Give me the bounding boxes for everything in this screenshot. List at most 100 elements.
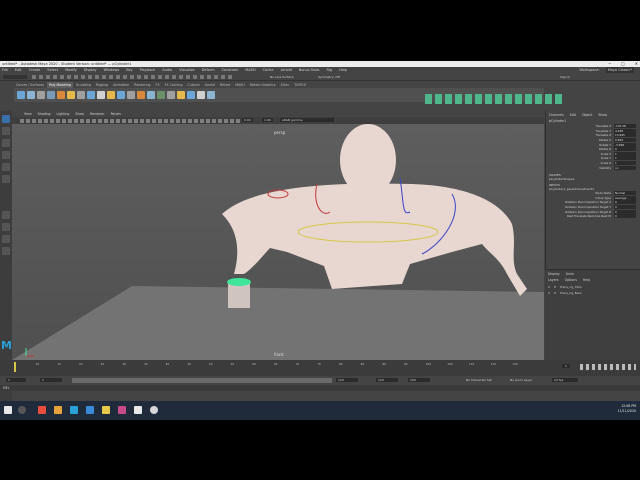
taskbar-app-icon[interactable] bbox=[102, 406, 110, 414]
taskbar-app-icon[interactable] bbox=[118, 406, 126, 414]
shelf-icon[interactable] bbox=[37, 91, 45, 99]
windows-start-icon[interactable] bbox=[4, 406, 12, 414]
timeline-tick-label: 70 bbox=[295, 362, 300, 366]
taskbar-app-icon[interactable] bbox=[134, 406, 142, 414]
shelf-icon[interactable] bbox=[167, 91, 175, 99]
timeline-tick-label: 85 bbox=[360, 362, 365, 366]
layer-tab[interactable]: Display bbox=[548, 272, 560, 276]
panel-toolbar: 0.00 1.00 sRGB gamma bbox=[12, 117, 544, 124]
maya-window: untitled* - Autodesk Maya 2020 - Student… bbox=[0, 61, 640, 420]
taskbar-app-icon[interactable] bbox=[70, 406, 78, 414]
timeline-tick-label: 105 bbox=[447, 362, 453, 366]
shelf-icon[interactable] bbox=[77, 91, 85, 99]
playback-controls[interactable] bbox=[580, 364, 636, 370]
shelf-icon[interactable] bbox=[17, 91, 25, 99]
scene[interactable]: persp front bbox=[12, 124, 544, 360]
scale-icon[interactable] bbox=[2, 175, 10, 183]
input-attr-row[interactable]: Rest Translate Rest Axis Rest W0 bbox=[546, 214, 640, 219]
layer-editor: Display Anim Layers Options Help V P Trans… bbox=[545, 269, 640, 360]
shelf-icon[interactable] bbox=[97, 91, 105, 99]
shelf-icon[interactable] bbox=[117, 91, 125, 99]
layout-icon[interactable] bbox=[2, 235, 10, 243]
range-end-a[interactable]: 120 bbox=[376, 378, 398, 382]
sign-in[interactable]: Sign In bbox=[560, 75, 570, 79]
character-neck bbox=[352, 188, 384, 210]
taskbar-app-icon[interactable] bbox=[54, 406, 62, 414]
range-start[interactable]: 1 bbox=[6, 378, 26, 382]
search-icon[interactable] bbox=[18, 406, 26, 414]
layout-icon[interactable] bbox=[2, 223, 10, 231]
timeline-tick-label: 110 bbox=[469, 362, 475, 366]
shelf-icon[interactable] bbox=[27, 91, 35, 99]
current-frame-field[interactable]: 1 bbox=[562, 364, 570, 368]
timeline-tick-label: 75 bbox=[317, 362, 321, 366]
paint-icon[interactable] bbox=[2, 139, 10, 147]
shelf-icon[interactable] bbox=[157, 91, 165, 99]
shelf-icon[interactable] bbox=[177, 91, 185, 99]
shelf-icon[interactable] bbox=[57, 91, 65, 99]
layout-icon[interactable] bbox=[2, 211, 10, 219]
shelf-icon[interactable] bbox=[197, 91, 205, 99]
layer-menu-item[interactable]: Help bbox=[583, 278, 590, 282]
range-bar[interactable] bbox=[72, 378, 332, 383]
no-live-surface[interactable]: No Live Surface bbox=[270, 75, 294, 79]
timeline-tick-label: 80 bbox=[339, 362, 343, 366]
clock[interactable]: 12:08 PM 11/11/2020 bbox=[618, 404, 636, 414]
symmetry-label[interactable]: Symmetry: Off bbox=[318, 75, 340, 79]
range-slider: 1 1 120 120 200 No Character Set No Anim… bbox=[0, 376, 640, 385]
shelf-icon[interactable] bbox=[137, 91, 145, 99]
time-slider[interactable]: 5101520253035404550556065707580859095100… bbox=[0, 360, 640, 376]
viewport-3d[interactable]: persp front bbox=[12, 124, 544, 360]
layer-tab[interactable]: Anim bbox=[566, 272, 574, 276]
current-frame-marker[interactable] bbox=[14, 362, 16, 372]
range-inner-end[interactable]: 120 bbox=[336, 378, 358, 382]
status-line: No Live Surface Symmetry: Off Sign In bbox=[0, 73, 640, 81]
shelf-icon[interactable] bbox=[207, 91, 215, 99]
command-line[interactable]: MEL bbox=[0, 385, 640, 391]
lasso-icon[interactable] bbox=[2, 127, 10, 135]
attr-row[interactable]: Visibility on bbox=[546, 165, 640, 170]
rotate-icon[interactable] bbox=[2, 163, 10, 171]
move-icon[interactable] bbox=[2, 151, 10, 159]
range-end-b[interactable]: 200 bbox=[408, 378, 430, 382]
shelf-icon[interactable] bbox=[147, 91, 155, 99]
shelf-icon[interactable] bbox=[87, 91, 95, 99]
channel-tab[interactable]: Show bbox=[598, 113, 607, 117]
label-persp: persp bbox=[274, 130, 286, 135]
layer-row[interactable]: V P Trans_rig_Bars bbox=[545, 290, 640, 296]
select-tool-icon[interactable] bbox=[2, 115, 10, 123]
channel-tab[interactable]: Channels bbox=[549, 113, 564, 117]
taskbar-app-icon[interactable] bbox=[150, 406, 158, 414]
shelf-right-icons bbox=[425, 94, 565, 104]
exposure-field[interactable]: 0.00 bbox=[242, 118, 253, 122]
character-set[interactable]: No Character Set bbox=[466, 378, 492, 382]
timeline-tick-label: 60 bbox=[252, 362, 256, 366]
channel-tab[interactable]: Edit bbox=[570, 113, 576, 117]
timeline-tick-label: 25 bbox=[100, 362, 105, 366]
taskbar-app-icon[interactable] bbox=[86, 406, 94, 414]
layer-menu-item[interactable]: Layers bbox=[548, 278, 559, 282]
timeline-tick-label: 50 bbox=[209, 362, 213, 366]
shelf-icon[interactable] bbox=[107, 91, 115, 99]
maya-logo-icon: M bbox=[1, 339, 12, 352]
taskbar-app-icon[interactable] bbox=[38, 406, 46, 414]
timeline-tick-label: 15 bbox=[57, 362, 61, 366]
layout-icon[interactable] bbox=[2, 247, 10, 255]
mode-dropdown[interactable] bbox=[3, 75, 27, 79]
window-title: untitled* - Autodesk Maya 2020 - Student… bbox=[2, 62, 132, 66]
timeline-tick-label: 120 bbox=[512, 362, 518, 366]
color-space-select[interactable]: sRGB gamma bbox=[280, 118, 334, 122]
range-inner-start[interactable]: 1 bbox=[40, 378, 62, 382]
shelf-icon[interactable] bbox=[47, 91, 55, 99]
fps-select[interactable]: 24 fps bbox=[552, 378, 578, 382]
shelf-icon[interactable] bbox=[127, 91, 135, 99]
shape-name[interactable]: pCylinderShape1 bbox=[546, 177, 640, 181]
shelf-icon[interactable] bbox=[67, 91, 75, 99]
anim-layer[interactable]: No Anim Layer bbox=[510, 378, 532, 382]
character-head bbox=[340, 124, 396, 196]
shelf-icon[interactable] bbox=[187, 91, 195, 99]
object-name: pCylinder1 bbox=[549, 119, 567, 123]
layer-menu-item[interactable]: Options bbox=[565, 278, 577, 282]
channel-tab[interactable]: Object bbox=[582, 113, 592, 117]
gamma-field[interactable]: 1.00 bbox=[262, 118, 273, 122]
